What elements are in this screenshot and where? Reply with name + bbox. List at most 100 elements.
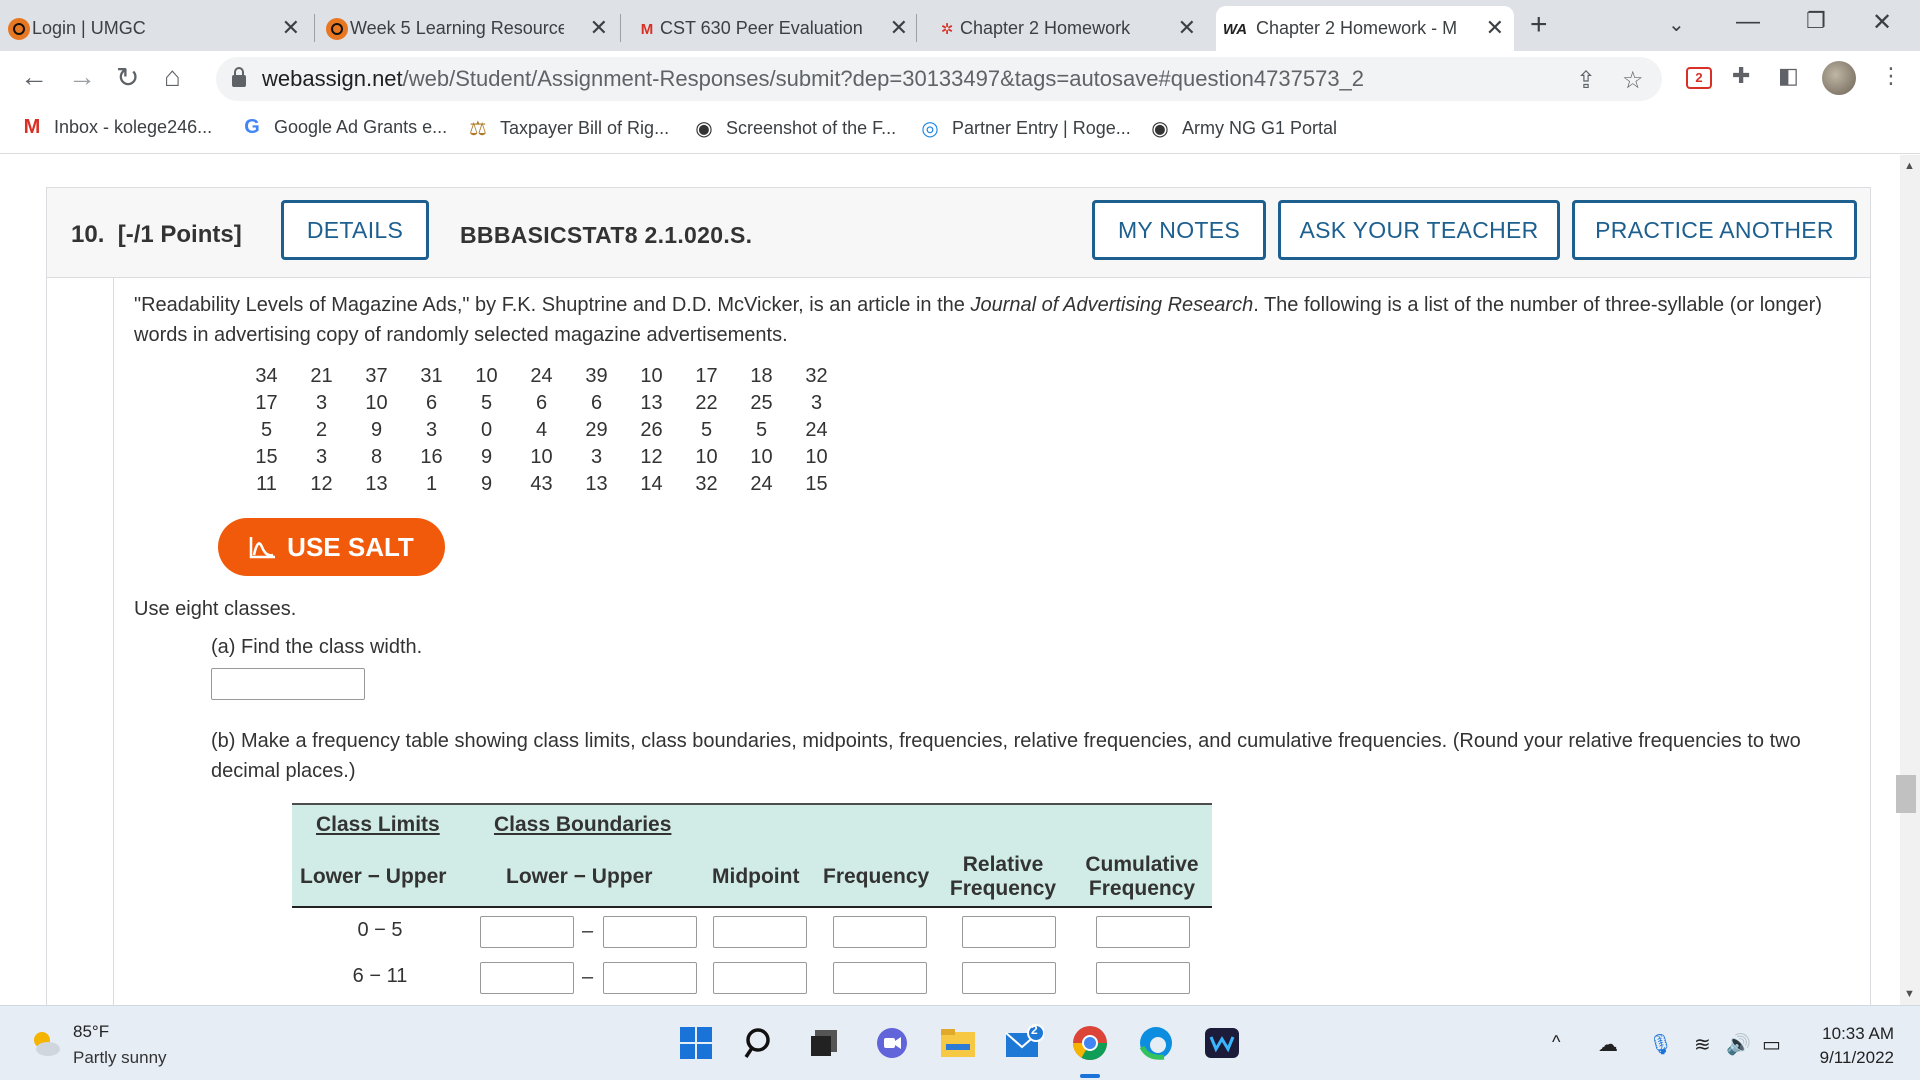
tab-chapter2[interactable]: ✲ Chapter 2 Homework ✕ [928, 6, 1206, 51]
battery-icon[interactable]: ▭ [1762, 1032, 1781, 1057]
star-icon[interactable]: ☆ [1622, 66, 1644, 95]
tab-cst630[interactable]: M CST 630 Peer Evaluation - ✕ [628, 6, 918, 51]
practice-another-button[interactable]: PRACTICE ANOTHER [1572, 200, 1857, 260]
bookmark-taxpayer[interactable]: ⚖ Taxpayer Bill of Rig... [466, 116, 669, 141]
ask-teacher-button[interactable]: ASK YOUR TEACHER [1278, 200, 1560, 260]
chat-icon[interactable] [872, 1023, 912, 1063]
onedrive-icon[interactable]: ☁ [1598, 1032, 1618, 1057]
data-cell: 4 [535, 419, 548, 441]
back-icon[interactable]: ← [20, 61, 48, 93]
my-notes-button[interactable]: MY NOTES [1092, 200, 1266, 260]
bookmark-google-ad-grants[interactable]: G Google Ad Grants e... [240, 116, 447, 139]
search-icon[interactable] [740, 1023, 780, 1063]
midpoint-input[interactable] [713, 962, 807, 994]
share-icon[interactable]: ⇪ [1576, 66, 1596, 95]
new-tab-icon[interactable]: + [1530, 8, 1548, 42]
webex-icon[interactable] [1202, 1023, 1242, 1063]
bookmark-inbox[interactable]: M Inbox - kolege246... [20, 116, 212, 139]
microphone-icon[interactable]: 🎙 [1648, 1032, 1673, 1057]
details-button[interactable]: DETAILS [281, 200, 429, 260]
close-icon[interactable]: ✕ [1178, 16, 1196, 40]
data-cell: 32 [695, 473, 718, 495]
wifi-icon[interactable]: ≋ [1694, 1032, 1711, 1057]
weather-condition[interactable]: Partly sunny [73, 1048, 167, 1068]
boundary-lower-input[interactable] [480, 962, 574, 994]
data-row: 34 21 37 31 10 24 39 10 17 18 32 [239, 363, 844, 390]
restore-icon[interactable]: ❐ [1806, 8, 1826, 34]
boundary-upper-input[interactable] [603, 916, 697, 948]
midpoint-input[interactable] [713, 916, 807, 948]
data-row: 5 2 9 3 0 4 29 26 5 5 24 [239, 417, 844, 444]
close-icon[interactable]: ✕ [1486, 16, 1504, 40]
boundary-lower-input[interactable] [480, 916, 574, 948]
data-cell: 32 [805, 365, 828, 387]
bookmark-partner-entry[interactable]: ◎ Partner Entry | Roge... [918, 116, 1131, 141]
tab-chapter2-webassign[interactable]: WA Chapter 2 Homework - M ✕ [1216, 6, 1514, 51]
volume-icon[interactable]: 🔊 [1726, 1032, 1751, 1057]
close-icon[interactable]: ✕ [590, 16, 608, 40]
google-icon: G [244, 116, 260, 138]
frequency-input[interactable] [833, 962, 927, 994]
cumulative-frequency-header: Cumulative Frequency [1085, 853, 1199, 900]
data-cell: 0 [480, 419, 493, 441]
reload-icon[interactable]: ↻ [116, 61, 139, 94]
class-limits-cell: 6 − 11 [352, 965, 408, 987]
windows-start-icon[interactable] [676, 1023, 716, 1063]
boundary-upper-input[interactable] [603, 962, 697, 994]
home-icon[interactable]: ⌂ [164, 61, 181, 93]
menu-icon[interactable]: ⋮ [1880, 63, 1902, 89]
url-text[interactable]: webassign.net/web/Student/Assignment-Res… [262, 66, 1364, 92]
data-cell: 1 [425, 473, 438, 495]
data-cell: 29 [585, 419, 608, 441]
frequency-input[interactable] [833, 916, 927, 948]
data-cell: 13 [365, 473, 388, 495]
mail-icon[interactable]: 2 [1004, 1023, 1044, 1063]
bookmark-screenshot[interactable]: ◉ Screenshot of the F... [692, 116, 896, 141]
window-close-icon[interactable]: ✕ [1872, 8, 1892, 37]
lock-icon[interactable] [232, 67, 246, 89]
task-view-icon[interactable] [804, 1023, 844, 1063]
side-panel-icon[interactable]: ◧ [1778, 63, 1799, 89]
tab-login-umgc[interactable]: Login | UMGC ✕ [0, 6, 310, 51]
data-cell: 6 [590, 392, 603, 414]
data-cell: 17 [255, 392, 278, 414]
relative-frequency-input[interactable] [962, 916, 1056, 948]
puzzle-icon[interactable]: ✚ [1732, 63, 1750, 89]
relative-frequency-input[interactable] [962, 962, 1056, 994]
data-cell: 9 [480, 473, 493, 495]
address-bar[interactable]: webassign.net/web/Student/Assignment-Res… [216, 57, 1662, 101]
class-limits-cell: 0 − 5 [357, 919, 403, 941]
close-icon[interactable]: ✕ [890, 16, 908, 40]
cumulative-frequency-input[interactable] [1096, 916, 1190, 948]
profile-avatar[interactable] [1822, 61, 1856, 95]
tab-search-icon[interactable]: ⌄ [1668, 12, 1685, 37]
partly-sunny-icon[interactable] [28, 1026, 62, 1060]
bookmarks-bar: M Inbox - kolege246... G Google Ad Grant… [0, 108, 1920, 154]
chrome-icon[interactable] [1070, 1023, 1110, 1063]
scroll-up-icon[interactable]: ▲ [1904, 160, 1915, 172]
scroll-thumb[interactable] [1896, 775, 1916, 813]
page-scrollbar[interactable] [1900, 155, 1920, 1005]
bookmark-army-ng[interactable]: ◉ Army NG G1 Portal [1148, 116, 1337, 141]
tab-title: CST 630 Peer Evaluation - [660, 18, 864, 38]
tab-week5[interactable]: Week 5 Learning Resource ✕ [318, 6, 618, 51]
data-cell: 10 [805, 446, 828, 468]
file-explorer-icon[interactable] [938, 1023, 978, 1063]
cumulative-frequency-input[interactable] [1096, 962, 1190, 994]
system-clock[interactable]: 10:33 AM 9/11/2022 [1810, 1022, 1894, 1070]
midpoint-header: Midpoint [712, 865, 800, 888]
close-icon[interactable]: ✕ [282, 16, 300, 40]
table-row: 0 − 5 – [292, 908, 1212, 954]
forward-icon[interactable]: → [68, 61, 96, 93]
data-grid: 34 21 37 31 10 24 39 10 17 18 32 17 3 10 6 5 6 6 13 22 25 3 5 2… [239, 363, 844, 498]
edge-icon[interactable] [1136, 1023, 1176, 1063]
minimize-icon[interactable]: — [1736, 8, 1760, 36]
use-classes-text: Use eight classes. [134, 598, 297, 620]
class-limits-header: Class Limits [316, 813, 440, 836]
weather-temperature[interactable]: 85°F [73, 1022, 109, 1042]
chevron-up-icon[interactable]: ^ [1552, 1032, 1560, 1053]
extension-badge-icon[interactable]: 2 [1686, 67, 1712, 89]
scroll-down-icon[interactable]: ▼ [1904, 988, 1915, 1000]
use-salt-button[interactable]: USE SALT [218, 518, 445, 576]
class-width-input[interactable] [211, 668, 365, 700]
